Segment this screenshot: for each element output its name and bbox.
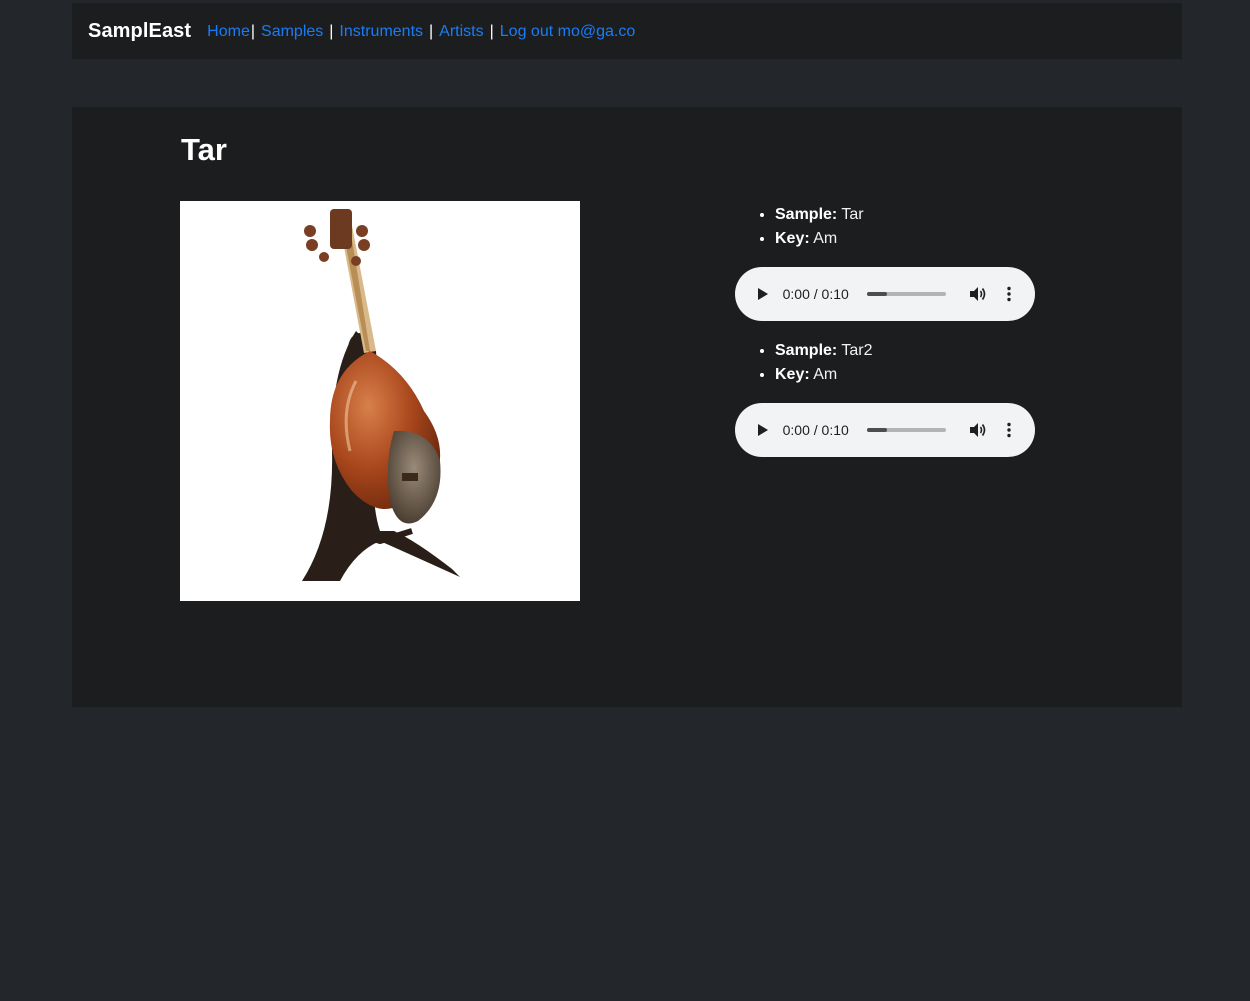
seek-slider[interactable] — [867, 428, 946, 432]
volume-icon — [969, 423, 985, 437]
kebab-menu-icon — [1007, 422, 1011, 438]
list-item: Sample: Tar2 — [775, 339, 1055, 363]
sample-label: Sample: — [775, 206, 838, 223]
tar-icon — [302, 209, 460, 581]
key-label: Key: — [775, 366, 810, 383]
nav-separator: | — [429, 22, 434, 40]
instrument-card: Tar • Sample: Tar • Key: Am 0:00 / 0:10 … — [72, 107, 1182, 707]
volume-button[interactable] — [968, 284, 988, 304]
seek-slider[interactable] — [867, 292, 946, 296]
nav-separator: | — [489, 22, 494, 40]
nav-separator: | — [250, 22, 256, 40]
audio-player[interactable]: 0:00 / 0:10 — [735, 403, 1035, 457]
play-icon — [757, 424, 768, 436]
play-button[interactable] — [753, 420, 773, 440]
volume-icon — [969, 287, 985, 301]
more-options-button[interactable] — [999, 420, 1019, 440]
sample-name: Tar — [841, 206, 864, 223]
list-item: Sample: Tar — [775, 203, 1055, 227]
page-title: Tar — [181, 132, 227, 167]
nav-link-samples[interactable]: Samples — [261, 23, 323, 41]
navbar: SamplEast Home | Samples | Instruments |… — [72, 3, 1182, 59]
play-icon — [757, 288, 768, 300]
tar-instrument-image — [180, 201, 580, 601]
list-item: Key: Am — [775, 227, 1055, 251]
time-display: 0:00 / 0:10 — [782, 286, 849, 302]
nav-links: Home | Samples | Instruments | Artists |… — [207, 23, 635, 41]
sample-meta-list: Sample: Tar2 Key: Am — [735, 339, 1055, 387]
audio-player[interactable]: 0:00 / 0:10 — [735, 267, 1035, 321]
key-value: Am — [813, 230, 838, 247]
nav-link-instruments[interactable]: Instruments — [339, 23, 423, 41]
nav-link-logout[interactable]: Log out mo@ga.co — [500, 23, 635, 41]
play-button[interactable] — [753, 284, 773, 304]
sample-name: Tar2 — [841, 342, 873, 359]
sample-meta-list: Sample: Tar Key: Am — [735, 203, 1055, 251]
key-value: Am — [813, 366, 838, 383]
seek-progress — [867, 428, 887, 432]
sample-entry: Sample: Tar2 Key: Am 0:00 / 0:10 — [735, 339, 1055, 457]
brand-logo[interactable]: SamplEast — [88, 20, 191, 43]
volume-button[interactable] — [968, 420, 988, 440]
key-label: Key: — [775, 230, 810, 247]
nav-link-artists[interactable]: Artists — [439, 23, 483, 41]
nav-separator: | — [329, 22, 334, 40]
nav-link-home[interactable]: Home — [207, 23, 250, 41]
time-display: 0:00 / 0:10 — [782, 422, 849, 438]
more-options-button[interactable] — [999, 284, 1019, 304]
sample-label: Sample: — [775, 342, 838, 359]
samples-section: Sample: Tar Key: Am 0:00 / 0:10 — [735, 203, 1055, 475]
seek-progress — [867, 292, 887, 296]
sample-entry: Sample: Tar Key: Am 0:00 / 0:10 — [735, 203, 1055, 321]
kebab-menu-icon — [1007, 286, 1011, 302]
list-item: Key: Am — [775, 363, 1055, 387]
